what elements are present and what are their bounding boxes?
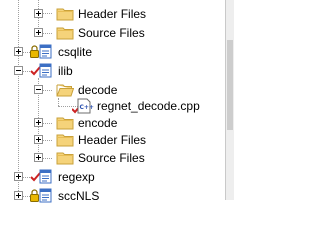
tree-item-source-files[interactable]: Source Files <box>0 23 225 43</box>
tree-item-label: Source Files <box>78 26 145 40</box>
tree-item-label: ilib <box>58 64 73 78</box>
project-icon <box>30 44 52 59</box>
tree-item-label: csqlite <box>58 45 93 59</box>
folder-closed-icon <box>56 27 74 40</box>
expand-plus-icon[interactable] <box>14 47 23 56</box>
expand-plus-icon[interactable] <box>34 135 43 144</box>
tree-item-ilib[interactable]: ilib <box>0 61 225 81</box>
expand-plus-icon[interactable] <box>34 9 43 18</box>
project-checked-out-icon <box>30 169 52 184</box>
tree-item-label: Header Files <box>78 133 147 147</box>
folder-closed-icon <box>56 117 74 130</box>
project-icon <box>30 188 52 203</box>
tree-item-label: Header Files <box>78 7 147 21</box>
tree-item-label: sccNLS <box>58 189 100 203</box>
expand-plus-icon[interactable] <box>34 153 43 162</box>
folder-closed-icon <box>56 134 74 147</box>
svg-text:C++: C++ <box>80 104 94 111</box>
tree-item-label: Source Files <box>78 151 145 165</box>
tree-item-csqlite[interactable]: csqlite <box>0 42 225 62</box>
collapse-minus-icon[interactable] <box>34 85 43 94</box>
tree-item-header-files[interactable]: Header Files <box>0 4 225 24</box>
tree-item-label: regnet_decode.cpp <box>97 99 200 113</box>
tree-item-label: encode <box>78 116 118 130</box>
tree-item-regexp[interactable]: regexp <box>0 167 225 187</box>
collapse-minus-icon[interactable] <box>14 66 23 75</box>
tree-item-sccnls[interactable]: sccNLS <box>0 186 225 206</box>
tree-item-header-files[interactable]: Header Files <box>0 130 225 150</box>
folder-closed-icon <box>56 8 74 21</box>
tree-item-source-files[interactable]: Source Files <box>0 148 225 168</box>
folder-closed-icon <box>56 152 74 165</box>
solution-tree[interactable]: Header Files Source Files csqlite ilib d… <box>0 0 225 203</box>
tree-item-label: regexp <box>58 170 95 184</box>
project-checked-out-icon <box>30 63 52 78</box>
expand-plus-icon[interactable] <box>34 118 43 127</box>
folder-open-icon <box>56 84 74 97</box>
expand-plus-icon[interactable] <box>14 172 23 181</box>
expand-plus-icon[interactable] <box>14 191 23 200</box>
expand-plus-icon[interactable] <box>34 28 43 37</box>
vertical-scrollbar[interactable] <box>225 0 234 200</box>
scrollbar-thumb[interactable] <box>227 40 233 130</box>
